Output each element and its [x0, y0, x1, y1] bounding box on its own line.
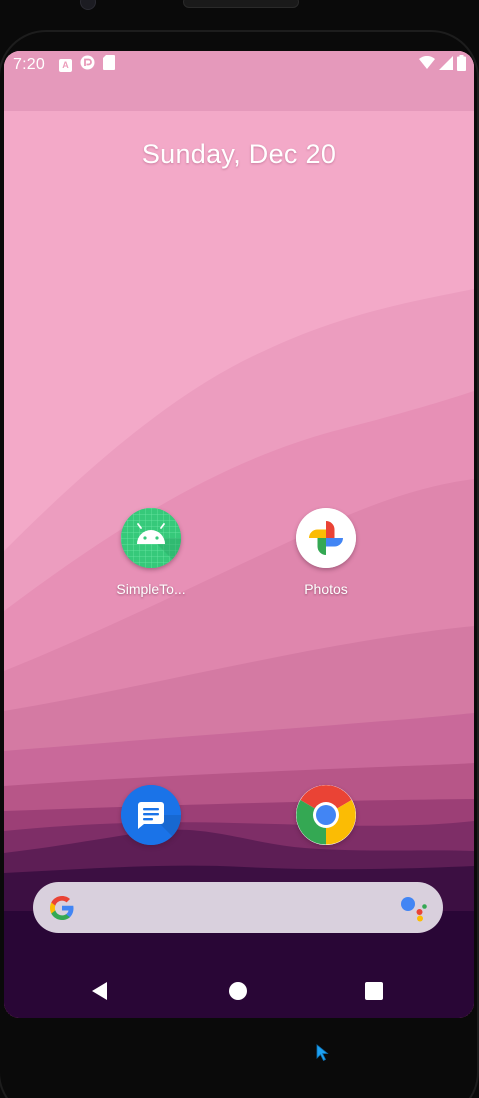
status-time: 7:20: [13, 56, 45, 73]
messages-icon: [121, 785, 181, 845]
wallpaper: [4, 51, 474, 1018]
app-shortcut-photos[interactable]: Photos: [266, 508, 386, 597]
home-circle-icon[interactable]: [226, 979, 250, 1003]
google-search-bar[interactable]: [33, 882, 443, 933]
pocket-casts-icon: [80, 55, 95, 75]
a-box-icon: A: [59, 58, 72, 72]
app-shortcut-simpletodo[interactable]: SimpleTo...: [91, 508, 211, 597]
date-glance[interactable]: Sunday, Dec 20: [4, 139, 474, 170]
navigation-bar: [4, 963, 474, 1018]
status-bar: 7:20 A: [4, 51, 474, 79]
battery-icon: [457, 54, 466, 76]
app-label: SimpleTo...: [116, 581, 186, 597]
home-screen: 7:20 A Sunday, Dec 20 SimpleTo... Photos: [4, 51, 474, 1018]
google-photos-pinwheel-icon: [296, 508, 356, 568]
notification-icons: A: [59, 55, 115, 75]
mouse-pointer-icon: [316, 1044, 330, 1062]
android-robot-icon: [121, 508, 181, 568]
dock-chrome[interactable]: [266, 785, 386, 845]
wifi-icon: [419, 55, 435, 75]
system-icons: [419, 54, 466, 76]
google-g-icon[interactable]: [47, 893, 77, 923]
earpiece-speaker: [183, 0, 299, 8]
back-triangle-icon[interactable]: [88, 979, 112, 1003]
recents-square-icon[interactable]: [362, 979, 386, 1003]
cellular-signal-icon: [439, 55, 453, 75]
sd-card-icon: [103, 55, 115, 75]
app-label: Photos: [304, 581, 348, 597]
device-frame: 7:20 A Sunday, Dec 20 SimpleTo... Photos: [0, 0, 479, 1098]
dock-messages[interactable]: [91, 785, 211, 845]
google-assistant-icon[interactable]: [399, 894, 431, 922]
front-camera: [80, 0, 96, 10]
chrome-icon: [296, 785, 356, 845]
